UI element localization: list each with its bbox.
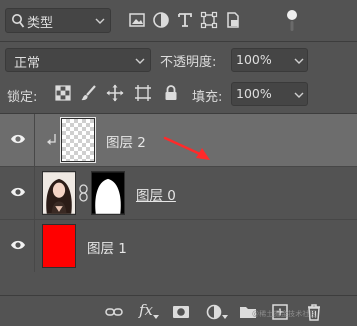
filter-toggle-icon[interactable] — [286, 9, 298, 33]
eye-icon[interactable] — [10, 239, 26, 251]
chain-link-icon[interactable] — [79, 184, 88, 202]
lock-artboard-icon[interactable] — [134, 84, 152, 102]
layers-panel: 类型 正常 不透明度: 100% 锁定: 填充: 100% 图层 2 图层 0 … — [0, 0, 357, 326]
opacity-input[interactable]: 100% — [231, 48, 291, 72]
divider — [0, 41, 357, 42]
search-icon — [12, 14, 25, 28]
adjustment-layer-icon[interactable] — [204, 303, 224, 321]
blend-mode-select[interactable]: 正常 — [5, 48, 151, 72]
link-layers-icon[interactable] — [104, 303, 124, 321]
caret-down-icon — [222, 315, 228, 319]
add-mask-icon[interactable] — [171, 303, 191, 321]
opacity-dropdown-button[interactable] — [290, 48, 308, 72]
caret-down-icon — [153, 315, 159, 319]
layer-thumbnail — [42, 224, 76, 268]
row-separator — [34, 114, 35, 166]
lock-image-icon[interactable] — [80, 84, 98, 102]
row-separator — [34, 220, 35, 272]
fill-label: 填充: — [192, 90, 223, 105]
chevron-down-icon — [294, 92, 304, 98]
image-filter-icon[interactable] — [126, 9, 148, 31]
layer-thumbnail-portrait — [42, 171, 76, 215]
eye-icon[interactable] — [10, 186, 26, 198]
fill-value: 100% — [236, 86, 272, 101]
lock-transparent-icon[interactable] — [54, 84, 72, 102]
layer-name[interactable]: 图层 0 — [136, 184, 176, 204]
clipping-mask-arrow-icon — [47, 134, 56, 145]
eye-icon[interactable] — [10, 133, 26, 145]
annotation-arrow — [163, 136, 210, 160]
layer-row-1[interactable]: 图层 1 — [0, 220, 357, 272]
filter-kind-label: 类型 — [27, 16, 54, 31]
lock-all-icon[interactable] — [162, 84, 180, 102]
watermark: @稀土掘金技术社区 — [252, 310, 317, 318]
blend-mode-label: 正常 — [14, 56, 41, 71]
lock-position-icon[interactable] — [106, 84, 124, 102]
chevron-down-icon — [95, 18, 105, 24]
row-separator — [34, 167, 35, 219]
adjustment-filter-icon[interactable] — [150, 9, 172, 31]
text-filter-icon[interactable] — [174, 9, 196, 31]
fill-dropdown-button[interactable] — [290, 82, 308, 106]
opacity-value: 100% — [236, 52, 272, 67]
opacity-label: 不透明度: — [160, 55, 217, 70]
filter-kind-select[interactable]: 类型 — [5, 8, 111, 33]
chevron-down-icon — [294, 58, 304, 64]
layer-name[interactable]: 图层 1 — [87, 237, 127, 257]
layer-row-0[interactable]: 图层 0 — [0, 167, 357, 219]
layer-mask-thumbnail[interactable] — [91, 171, 125, 215]
layers-list: 图层 2 图层 0 图层 1 — [0, 114, 357, 272]
fill-input[interactable]: 100% — [231, 82, 291, 106]
lock-label: 锁定: — [7, 90, 38, 105]
chevron-down-icon — [135, 58, 145, 64]
layer-name[interactable]: 图层 2 — [106, 131, 146, 151]
fx-icon[interactable]: fx — [139, 301, 153, 319]
layer-thumbnail — [60, 117, 96, 163]
shape-filter-icon[interactable] — [198, 9, 220, 31]
smart-object-filter-icon[interactable] — [222, 9, 244, 31]
filter-row: 类型 — [0, 0, 357, 41]
layer-row-2[interactable]: 图层 2 — [0, 114, 357, 166]
